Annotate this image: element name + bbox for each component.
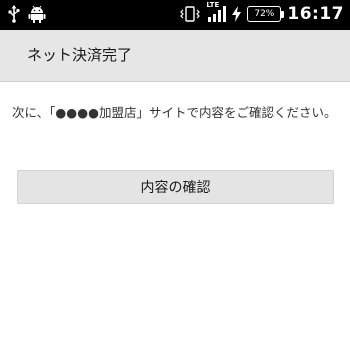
status-bar: LTE 72% 16:17 [0, 0, 350, 30]
status-bar-right: LTE 72% 16:17 [180, 1, 344, 24]
confirm-content-button-label: 内容の確認 [140, 180, 211, 196]
battery-percent: 72% [254, 9, 275, 19]
vibrate-icon [180, 5, 201, 23]
app-bar: ネット決済完了 [0, 30, 350, 82]
usb-icon [8, 5, 20, 23]
signal-icon: LTE [206, 1, 227, 23]
page-title: ネット決済完了 [27, 46, 133, 64]
battery-indicator: 72% [247, 6, 285, 22]
confirm-content-button[interactable]: 内容の確認 [17, 170, 334, 204]
clock: 16:17 [287, 4, 344, 24]
instruction-message: 次に、「●●●●加盟店」サイトで内容をご確認ください。 [12, 105, 337, 120]
network-label: LTE [206, 1, 220, 9]
android-icon [28, 5, 46, 23]
charging-icon [232, 6, 242, 22]
status-bar-left [8, 5, 46, 23]
